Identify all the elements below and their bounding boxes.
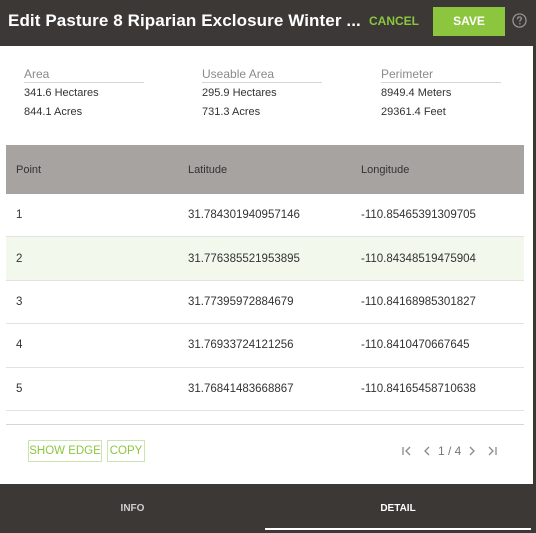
perimeter-feet: 29361.4 Feet — [381, 106, 446, 118]
useable-area-hectares: 295.9 Hectares — [202, 87, 277, 99]
point-cell: 5 — [16, 382, 23, 395]
copy-button[interactable]: COPY — [107, 440, 145, 462]
table-row[interactable]: 2 31.776385521953895 -110.84348519475904 — [6, 237, 524, 281]
detail-panel: Area 341.6 Hectares 844.1 Acres Useable … — [0, 46, 533, 484]
useable-area-label: Useable Area — [202, 66, 322, 83]
longitude-cell: -110.84165458710638 — [361, 382, 476, 395]
point-cell: 1 — [16, 209, 23, 222]
save-button[interactable]: SAVE — [433, 7, 505, 36]
perimeter-stat: Perimeter 8949.4 Meters 29361.4 Feet — [381, 66, 501, 121]
table-row[interactable]: 4 31.76933724121256 -110.8410470667645 — [6, 324, 524, 368]
active-tab-indicator — [265, 528, 531, 530]
tab-info[interactable]: INFO — [0, 486, 265, 532]
cancel-button[interactable]: CANCEL — [365, 8, 423, 34]
point-cell: 2 — [16, 252, 23, 265]
column-header-latitude[interactable]: Latitude — [178, 164, 351, 176]
table-row[interactable]: 5 31.76841483668867 -110.84165458710638 — [6, 367, 524, 411]
useable-area-stat: Useable Area 295.9 Hectares 731.3 Acres — [202, 66, 322, 121]
latitude-cell: 31.784301940957146 — [188, 209, 300, 222]
pagination: 1 / 4 — [400, 441, 499, 461]
table-footer-divider — [6, 424, 524, 425]
latitude-cell: 31.76841483668867 — [188, 382, 294, 395]
column-header-point[interactable]: Point — [6, 164, 178, 176]
column-header-longitude[interactable]: Longitude — [351, 164, 524, 176]
table-row[interactable]: 1 31.784301940957146 -110.85465391309705 — [6, 194, 524, 238]
area-acres: 844.1 Acres — [24, 106, 83, 118]
first-page-icon[interactable] — [400, 444, 414, 458]
table-header: Point Latitude Longitude — [6, 145, 524, 194]
show-edge-button[interactable]: SHOW EDGE — [28, 440, 102, 462]
longitude-cell: -110.84168985301827 — [361, 295, 476, 308]
prev-page-icon[interactable] — [420, 444, 434, 458]
edit-pasture-dialog: Edit Pasture 8 Riparian Exclosure Winter… — [0, 0, 536, 533]
latitude-cell: 31.776385521953895 — [188, 252, 300, 265]
useable-area-acres: 731.3 Acres — [202, 106, 261, 118]
last-page-icon[interactable] — [485, 444, 499, 458]
area-hectares: 341.6 Hectares — [24, 87, 99, 99]
help-circle-icon[interactable] — [512, 13, 527, 28]
tab-detail[interactable]: DETAIL — [265, 486, 531, 532]
dialog-header: Edit Pasture 8 Riparian Exclosure Winter… — [0, 0, 536, 46]
perimeter-meters: 8949.4 Meters — [381, 87, 452, 99]
longitude-cell: -110.85465391309705 — [361, 209, 476, 222]
page-indicator: 1 / 4 — [438, 444, 462, 458]
points-table: Point Latitude Longitude 1 31.7843019409… — [6, 145, 524, 411]
area-label: Area — [24, 66, 144, 83]
area-stat: Area 341.6 Hectares 844.1 Acres — [24, 66, 144, 121]
stats-section: Area 341.6 Hectares 844.1 Acres Useable … — [24, 66, 524, 126]
next-page-icon[interactable] — [465, 444, 479, 458]
longitude-cell: -110.8410470667645 — [361, 339, 470, 352]
latitude-cell: 31.77395972884679 — [188, 295, 294, 308]
bottom-tabs: INFO DETAIL — [0, 486, 536, 533]
point-cell: 3 — [16, 295, 23, 308]
dialog-title: Edit Pasture 8 Riparian Exclosure Winter… — [8, 11, 361, 30]
table-row[interactable]: 3 31.77395972884679 -110.84168985301827 — [6, 280, 524, 325]
perimeter-label: Perimeter — [381, 66, 501, 83]
longitude-cell: -110.84348519475904 — [361, 252, 476, 265]
point-cell: 4 — [16, 339, 23, 352]
latitude-cell: 31.76933724121256 — [188, 339, 294, 352]
